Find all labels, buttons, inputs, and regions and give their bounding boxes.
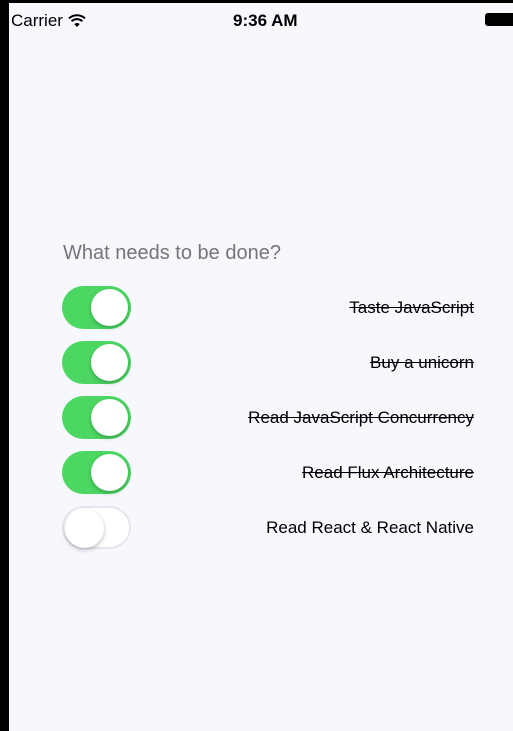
todo-label: Read JavaScript Concurrency [248, 408, 474, 427]
todo-label: Buy a unicorn [370, 353, 474, 372]
todo-item: Read Flux Architecture [62, 451, 474, 498]
battery-icon [485, 13, 513, 26]
todo-item: Taste JavaScript [62, 286, 474, 333]
toggle-knob [91, 399, 128, 436]
carrier-group: Carrier [11, 11, 86, 31]
status-bar: Carrier 9:36 AM [9, 3, 513, 37]
new-todo-input[interactable] [63, 237, 473, 269]
todo-toggle[interactable] [62, 341, 131, 384]
todo-label: Read React & React Native [266, 518, 474, 537]
todo-label: Read Flux Architecture [302, 463, 474, 482]
toggle-knob [91, 289, 128, 326]
todo-item: Read React & React Native [62, 506, 474, 553]
todo-toggle[interactable] [62, 286, 131, 329]
todo-toggle[interactable] [62, 506, 131, 549]
todo-list: Taste JavaScript Buy a unicorn Read Java… [62, 286, 474, 561]
todo-item: Buy a unicorn [62, 341, 474, 388]
app-screen: Carrier 9:36 AM Taste JavaScript Buy a u… [0, 0, 513, 731]
todo-item: Read JavaScript Concurrency [62, 396, 474, 443]
todo-toggle[interactable] [62, 451, 131, 494]
toggle-knob [91, 454, 128, 491]
wifi-icon [68, 14, 86, 27]
toggle-knob [91, 344, 128, 381]
toggle-knob [65, 509, 104, 548]
carrier-label: Carrier [11, 11, 63, 30]
todo-toggle[interactable] [62, 396, 131, 439]
todo-label: Taste JavaScript [349, 298, 474, 317]
status-time: 9:36 AM [233, 11, 298, 30]
